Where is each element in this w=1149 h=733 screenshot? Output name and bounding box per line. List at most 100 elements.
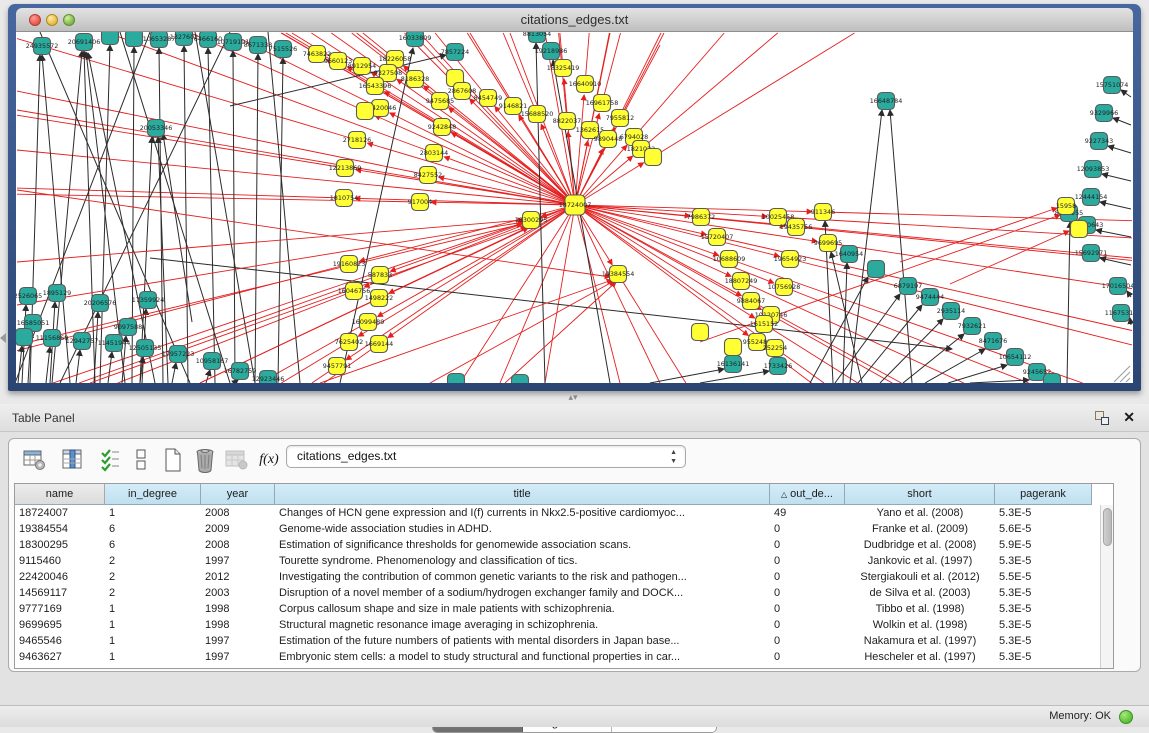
column-header-outde[interactable]: △out_de... <box>770 484 845 505</box>
table-cell[interactable]: 2012 <box>201 569 275 585</box>
graph-node[interactable]: 10756928 <box>768 279 801 296</box>
table-row[interactable]: 1938455462009Genome-wide association stu… <box>15 521 1113 537</box>
graph-node[interactable] <box>1071 221 1088 238</box>
table-cell[interactable]: 0 <box>770 553 845 569</box>
column-header-name[interactable]: name <box>15 484 105 505</box>
graph-node[interactable]: 19654923 <box>774 251 807 268</box>
table-cell[interactable]: Tourette syndrome. Phenomenology and cla… <box>275 553 770 569</box>
table-cell[interactable]: 22420046 <box>15 569 105 585</box>
table-cell[interactable]: Yano et al. (2008) <box>845 505 995 521</box>
table-cell[interactable]: Investigating the contribution of common… <box>275 569 770 585</box>
table-cell[interactable]: Franke et al. (2009) <box>845 521 995 537</box>
column-header-indegree[interactable]: in_degree <box>105 484 201 505</box>
graph-node[interactable]: 12505135 <box>129 340 162 357</box>
table-cell[interactable]: Estimation of significance thresholds fo… <box>275 537 770 553</box>
graph-node[interactable]: 917004 <box>408 194 432 211</box>
select-columns-icon[interactable] <box>59 446 87 474</box>
table-row[interactable]: 946554611997Estimation of the future num… <box>15 633 1113 649</box>
table-cell[interactable]: 1997 <box>201 649 275 665</box>
graph-node[interactable] <box>102 32 119 45</box>
graph-node[interactable] <box>126 32 143 47</box>
graph-node[interactable]: 9474444 <box>916 289 944 306</box>
table-cell[interactable]: 5.3E-5 <box>995 505 1092 521</box>
graph-node[interactable]: 11156869 <box>36 330 69 347</box>
column-header-short[interactable]: short <box>845 484 995 505</box>
table-row[interactable]: 1872400712008Changes of HCN gene express… <box>15 505 1113 521</box>
horizontal-splitter[interactable]: ▴▾ <box>0 391 1149 404</box>
table-cell[interactable]: 5.3E-5 <box>995 553 1092 569</box>
table-cell[interactable]: 5.9E-5 <box>995 537 1092 553</box>
table-cell[interactable]: 6 <box>105 521 201 537</box>
graph-node[interactable]: 18325419 <box>547 60 580 77</box>
table-cell[interactable]: 1 <box>105 505 201 521</box>
graph-node[interactable]: 15751074 <box>1096 77 1129 94</box>
table-cell[interactable]: 0 <box>770 649 845 665</box>
network-canvas[interactable]: 24935572 20691406 10653287 1327602 64661… <box>16 32 1133 383</box>
table-cell[interactable]: 9777169 <box>15 601 105 617</box>
table-cell[interactable]: 1998 <box>201 617 275 633</box>
graph-node[interactable]: 15958 <box>1056 198 1076 215</box>
graph-node[interactable]: 8813054 <box>523 32 551 43</box>
new-table-icon[interactable] <box>159 446 187 474</box>
graph-node[interactable]: 2718126 <box>343 132 371 149</box>
graph-node[interactable]: 24935572 <box>26 38 59 55</box>
graph-node[interactable]: 9329966 <box>1090 105 1118 122</box>
graph-node[interactable]: 9699695 <box>814 235 842 252</box>
table-cell[interactable]: 0 <box>770 633 845 649</box>
table-cell[interactable]: 1 <box>105 601 201 617</box>
table-cell[interactable]: Embryonic stem cells: a model to study s… <box>275 649 770 665</box>
table-cell[interactable]: 1 <box>105 649 201 665</box>
resize-grip-icon[interactable] <box>1114 366 1130 382</box>
graph-node[interactable]: 911346 <box>811 204 835 221</box>
table-row[interactable]: 946362711997Embryonic stem cells: a mode… <box>15 649 1113 665</box>
table-cell[interactable]: 5.6E-5 <box>995 521 1092 537</box>
column-header-title[interactable]: title <box>275 484 770 505</box>
table-cell[interactable]: 6 <box>105 537 201 553</box>
table-cell[interactable]: de Silva et al. (2003) <box>845 585 995 601</box>
graph-node[interactable] <box>16 329 33 346</box>
select-all-rows-icon[interactable] <box>97 446 125 474</box>
table-cell[interactable]: 2 <box>105 553 201 569</box>
table-cell[interactable]: 19384554 <box>15 521 105 537</box>
table-cell[interactable]: Wolkin et al. (1998) <box>845 617 995 633</box>
graph-node[interactable] <box>512 375 529 384</box>
table-cell[interactable]: Changes of HCN gene expression and I(f) … <box>275 505 770 521</box>
table-row[interactable]: 969969511998Structural magnetic resonanc… <box>15 617 1113 633</box>
table-cell[interactable]: 2 <box>105 585 201 601</box>
table-cell[interactable]: 9465546 <box>15 633 105 649</box>
table-cell[interactable]: Disruption of a novel member of a sodium… <box>275 585 770 601</box>
graph-node[interactable]: 1810754 <box>330 190 358 207</box>
splitter-grip-icon[interactable]: ▴▾ <box>566 394 580 401</box>
graph-node[interactable]: 7986372 <box>687 209 715 226</box>
column-header-pagerank[interactable]: pagerank <box>995 484 1092 505</box>
table-cell[interactable]: 0 <box>770 601 845 617</box>
row-height-icon[interactable] <box>128 446 156 474</box>
graph-node[interactable]: 7955812 <box>606 110 634 127</box>
graph-node[interactable]: 16640910 <box>569 76 602 93</box>
graph-node[interactable]: 6879197 <box>894 278 922 295</box>
delete-table-icon[interactable] <box>223 446 251 474</box>
table-row[interactable]: 1456911722003Disruption of a novel membe… <box>15 585 1113 601</box>
float-panel-icon[interactable] <box>1095 411 1109 425</box>
scrollbar-thumb[interactable] <box>1103 508 1112 546</box>
graph-node[interactable]: 7932621 <box>958 318 986 335</box>
table-cell[interactable]: 9115460 <box>15 553 105 569</box>
graph-node[interactable]: 20206576 <box>84 295 117 312</box>
graph-node[interactable]: 16961758 <box>586 95 619 112</box>
table-cell[interactable]: 14569117 <box>15 585 105 601</box>
panel-collapse-arrow-icon[interactable] <box>0 333 6 343</box>
node-table[interactable]: namein_degreeyeartitle△out_de...shortpag… <box>14 483 1114 669</box>
table-cell[interactable]: 9463627 <box>15 649 105 665</box>
graph-node[interactable]: 16033809 <box>399 32 432 47</box>
network-graph[interactable]: 24935572 20691406 10653287 1327602 64661… <box>16 32 1133 383</box>
table-cell[interactable]: 18724007 <box>15 505 105 521</box>
table-cell[interactable]: Hescheler et al. (1997) <box>845 649 995 665</box>
table-cell[interactable]: 2003 <box>201 585 275 601</box>
network-selector-dropdown[interactable]: citations_edges.txt ▲▼ <box>286 445 686 468</box>
table-cell[interactable]: Estimation of the future numbers of pati… <box>275 633 770 649</box>
table-cell[interactable]: 5.3E-5 <box>995 585 1092 601</box>
graph-node[interactable]: 9227343 <box>1085 133 1113 150</box>
table-cell[interactable]: Stergiakouli et al. (2012) <box>845 569 995 585</box>
graph-node[interactable]: 17016504 <box>1102 278 1133 295</box>
table-cell[interactable]: 0 <box>770 617 845 633</box>
